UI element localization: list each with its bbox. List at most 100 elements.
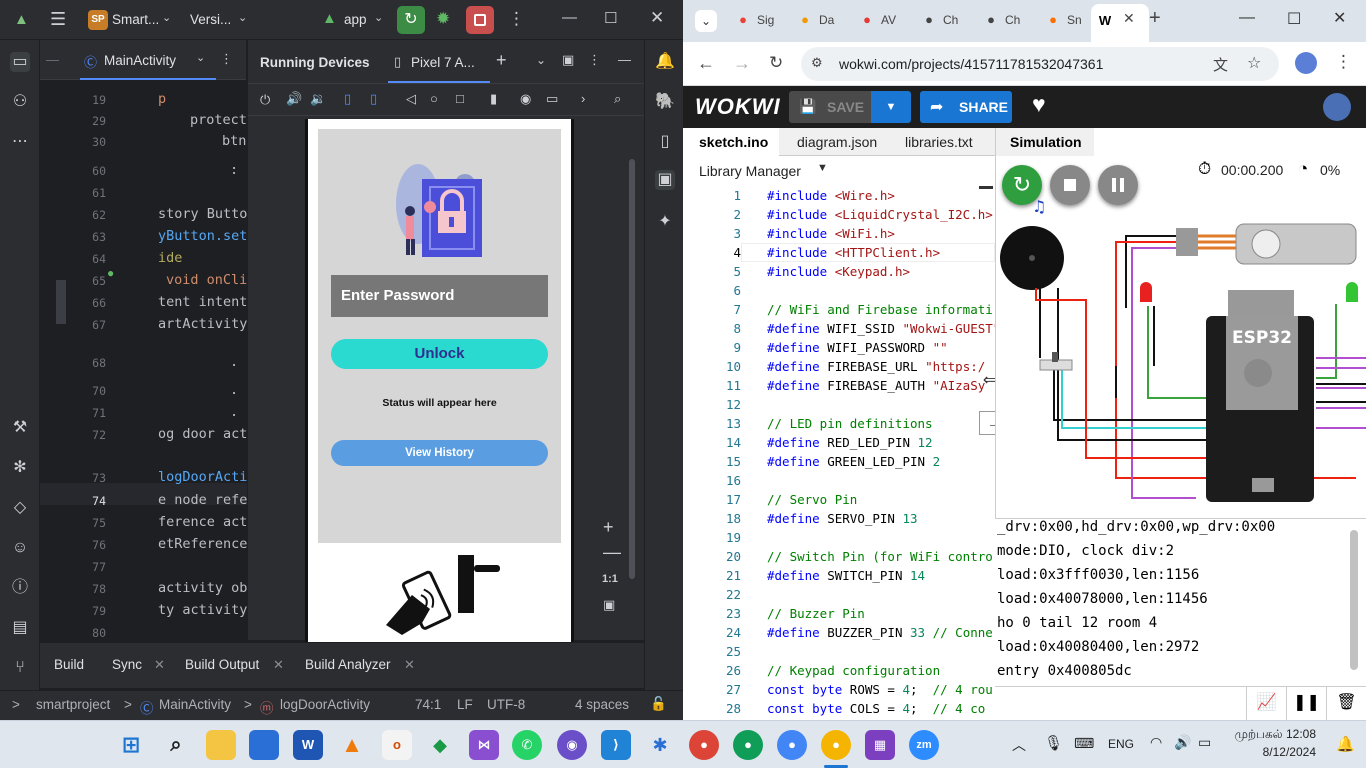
- cursor-position[interactable]: 74:1: [415, 697, 441, 712]
- chrome-tab[interactable]: ● Da: [791, 8, 849, 34]
- close-icon[interactable]: ✕: [1123, 10, 1135, 27]
- breadcrumb-project[interactable]: smartproject: [36, 697, 110, 712]
- chevron-down-icon[interactable]: ⌄: [238, 11, 247, 24]
- mongodb-icon[interactable]: ◆: [425, 730, 455, 760]
- tab-build-analyzer[interactable]: Build Analyzer: [305, 657, 391, 672]
- language-indicator[interactable]: ENG: [1108, 737, 1134, 751]
- wokwi-logo[interactable]: WOKWI: [695, 94, 781, 120]
- minimize-icon[interactable]: —: [562, 9, 577, 26]
- volume-down-icon[interactable]: 🔉: [310, 91, 326, 107]
- tab-build[interactable]: Build: [54, 657, 84, 672]
- notification-bell-icon[interactable]: 🔔: [1336, 735, 1355, 753]
- chrome-active-icon[interactable]: ●: [821, 730, 851, 760]
- version-control-menu[interactable]: Versi...: [190, 12, 231, 27]
- forward-icon[interactable]: →: [733, 53, 751, 74]
- chrome-profile-icon[interactable]: ●: [733, 730, 763, 760]
- office-icon[interactable]: o: [382, 730, 412, 760]
- indent-setting[interactable]: 4 spaces: [575, 697, 629, 712]
- store-icon[interactable]: [249, 730, 279, 760]
- save-dropdown-button[interactable]: ▼: [871, 91, 911, 123]
- share-button[interactable]: ➦ SHARE: [920, 91, 1012, 123]
- gradle-icon[interactable]: 🐘: [655, 92, 675, 112]
- add-device-icon[interactable]: +: [496, 50, 507, 71]
- main-menu-icon[interactable]: ☰: [50, 9, 66, 30]
- vlc-icon[interactable]: ▲: [337, 730, 367, 760]
- chevron-down-icon[interactable]: ▼: [817, 162, 828, 174]
- tab-mainactivity[interactable]: MainActivity: [104, 53, 176, 68]
- circuit-diagram[interactable]: ♫ ESP32: [996, 188, 1366, 518]
- line-separator[interactable]: LF: [457, 697, 473, 712]
- run-config[interactable]: app: [344, 12, 367, 27]
- file-encoding[interactable]: UTF-8: [487, 697, 525, 712]
- phone-screen[interactable]: Enter Password Unlock Status will appear…: [305, 119, 574, 642]
- close-icon[interactable]: ✕: [404, 657, 415, 673]
- tab-simulation[interactable]: Simulation: [996, 128, 1094, 156]
- close-icon[interactable]: ✕: [650, 8, 664, 28]
- chrome-profile-icon[interactable]: ●: [777, 730, 807, 760]
- tab-sketch-ino[interactable]: sketch.ino: [683, 128, 779, 156]
- url-text[interactable]: wokwi.com/projects/415711781532047361: [839, 56, 1103, 72]
- clock-time[interactable]: முற்பகல் 12:08: [1228, 727, 1316, 743]
- battery-icon[interactable]: ▭: [1198, 734, 1211, 751]
- tab-sync[interactable]: Sync: [112, 657, 142, 672]
- pause-serial-icon[interactable]: ❚❚: [1286, 687, 1326, 720]
- inspect-icon[interactable]: ⌕: [614, 91, 621, 107]
- tab-diagram-json[interactable]: diagram.json: [797, 134, 877, 150]
- project-badge[interactable]: SP: [88, 10, 108, 30]
- run-gutter-icon[interactable]: ●: [107, 266, 114, 280]
- volume-icon[interactable]: 🔊: [1174, 734, 1191, 751]
- visual-studio-icon[interactable]: ⋈: [469, 730, 499, 760]
- vscode-icon[interactable]: ⟩: [601, 730, 631, 760]
- rotate-right-icon[interactable]: ▯: [370, 91, 377, 107]
- screenshot-icon[interactable]: ◉: [520, 91, 531, 107]
- site-info-icon[interactable]: ⚙: [811, 55, 823, 71]
- clock-date[interactable]: 8/12/2024: [1228, 745, 1316, 759]
- chevron-down-icon[interactable]: ⌄: [374, 11, 383, 24]
- back-icon[interactable]: ◁: [406, 91, 416, 107]
- more-icon[interactable]: ⋮: [220, 51, 233, 67]
- save-button[interactable]: 💾 SAVE: [789, 91, 875, 123]
- serial-input[interactable]: [995, 687, 1245, 720]
- android-studio-icon[interactable]: ✱: [645, 730, 675, 760]
- device-scrollbar[interactable]: [629, 159, 635, 579]
- library-manager-menu[interactable]: Library Manager: [699, 163, 801, 179]
- close-icon[interactable]: ✕: [154, 657, 165, 673]
- heart-icon[interactable]: ♥: [1032, 91, 1046, 118]
- address-bar[interactable]: ⚙ wokwi.com/projects/415711781532047361 …: [801, 47, 1279, 81]
- more-icon[interactable]: ⋮: [508, 9, 525, 29]
- gem-icon[interactable]: ◇: [10, 498, 30, 518]
- notifications-icon[interactable]: 🔔: [655, 52, 675, 72]
- close-window-icon[interactable]: ✕: [1333, 8, 1346, 28]
- show-hidden-icons[interactable]: ︿: [1012, 735, 1026, 755]
- bookmark-star-icon[interactable]: ☆: [1247, 53, 1261, 73]
- maximize-icon[interactable]: ☐: [1287, 9, 1301, 29]
- more-icon[interactable]: ⋮: [1335, 52, 1352, 72]
- fit-screen-icon[interactable]: ▣: [603, 597, 615, 613]
- breadcrumb-class[interactable]: MainActivity: [159, 697, 231, 712]
- unlock-button[interactable]: Unlock: [331, 339, 548, 369]
- new-tab-icon[interactable]: +: [1149, 7, 1161, 30]
- app-module-icon[interactable]: ▲: [322, 10, 337, 27]
- github-desktop-icon[interactable]: ◉: [557, 730, 587, 760]
- debug-icon[interactable]: ✹: [436, 9, 450, 29]
- editor-scroll-thumb[interactable]: [979, 186, 993, 189]
- chevron-down-icon[interactable]: ⌄: [196, 51, 205, 64]
- zoom-actual-size[interactable]: 1:1: [602, 573, 618, 585]
- password-field[interactable]: Enter Password: [331, 275, 548, 317]
- android-icon[interactable]: ▲: [14, 11, 29, 28]
- project-icon[interactable]: ▭: [10, 52, 30, 72]
- tab-search-icon[interactable]: ⌄: [695, 10, 717, 32]
- serial-monitor[interactable]: _drv:0x00,hd_drv:0x00,wp_drv:0x00 mode:DI…: [995, 518, 1366, 686]
- sketch-code-editor[interactable]: 1 #include <Wire.h> 2 #include <LiquidCryst…: [683, 186, 995, 720]
- structure-icon[interactable]: ⚇: [10, 92, 30, 112]
- clear-serial-icon[interactable]: 🗑: [1326, 687, 1366, 720]
- rerun-icon[interactable]: ↻: [397, 6, 425, 34]
- maximize-icon[interactable]: ☐: [604, 9, 617, 27]
- stop-button[interactable]: [466, 6, 494, 34]
- chart-plotter-icon[interactable]: 📈: [1246, 687, 1286, 720]
- chevron-down-icon[interactable]: ⌄: [162, 11, 171, 24]
- power-icon[interactable]: ⏻: [260, 92, 270, 108]
- gemini-icon[interactable]: ✦: [655, 212, 675, 232]
- tab-device[interactable]: Pixel 7 A...: [411, 55, 475, 70]
- debug-tool-icon[interactable]: ✻: [10, 458, 30, 478]
